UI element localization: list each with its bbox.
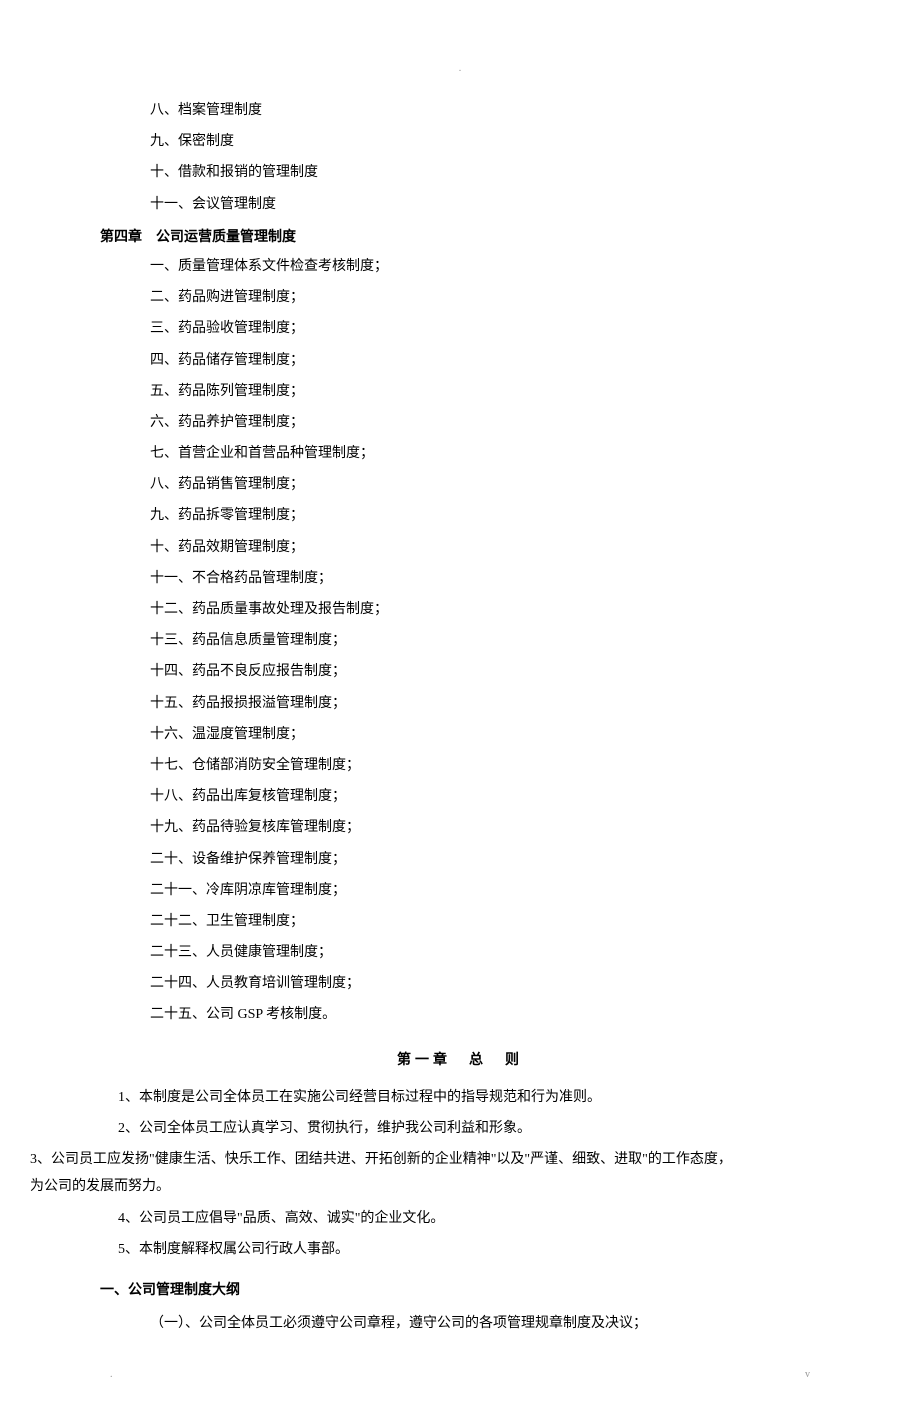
list-item: 十三、药品信息质量管理制度； (100, 628, 820, 653)
section1-list: （一）、公司全体员工必须遵守公司章程，遵守公司的各项管理规章制度及决议； (100, 1311, 820, 1336)
list-item: 七、首营企业和首营品种管理制度； (100, 441, 820, 466)
list-item: 十七、仓储部消防安全管理制度； (100, 753, 820, 778)
list-item: 二十一、冷库阴凉库管理制度； (100, 878, 820, 903)
chapter1-content: 1、本制度是公司全体员工在实施公司经营目标过程中的指导规范和行为准则。 2、公司… (100, 1085, 820, 1262)
list-item: 十一、会议管理制度 (100, 192, 820, 217)
footer-right: v (805, 1366, 810, 1384)
chapter4-list: 一、质量管理体系文件检查考核制度； 二、药品购进管理制度； 三、药品验收管理制度… (100, 254, 820, 1028)
paragraph-line: 3、公司员工应发扬"健康生活、快乐工作、团结共进、开拓创新的企业精神"以及"严谨… (30, 1147, 890, 1172)
footer-left: . (110, 1366, 113, 1384)
list-item: 二十三、人员健康管理制度； (100, 940, 820, 965)
list-item: 十四、药品不良反应报告制度； (100, 659, 820, 684)
list-item: 十六、温湿度管理制度； (100, 722, 820, 747)
list-item: 十一、不合格药品管理制度； (100, 566, 820, 591)
list-item: 十、药品效期管理制度； (100, 535, 820, 560)
paragraph: 1、本制度是公司全体员工在实施公司经营目标过程中的指导规范和行为准则。 (100, 1085, 820, 1110)
page-marker-top: . (100, 60, 820, 78)
page-footer: . v (100, 1366, 820, 1384)
paragraph: 2、公司全体员工应认真学习、贯彻执行，维护我公司利益和形象。 (100, 1116, 820, 1141)
list-item: 二十五、公司 GSP 考核制度。 (100, 1002, 820, 1027)
paragraph-line: 为公司的发展而努力。 (30, 1174, 820, 1199)
list-item: 二十、设备维护保养管理制度； (100, 847, 820, 872)
chapter4-heading: 第四章 公司运营质量管理制度 (100, 225, 820, 250)
list-item: 四、药品储存管理制度； (100, 348, 820, 373)
list-item: （一）、公司全体员工必须遵守公司章程，遵守公司的各项管理规章制度及决议； (100, 1311, 820, 1336)
pre-chapter-list: 八、档案管理制度 九、保密制度 十、借款和报销的管理制度 十一、会议管理制度 (100, 98, 820, 217)
list-item: 八、档案管理制度 (100, 98, 820, 123)
chapter1-title: 第一章 总 则 (100, 1048, 820, 1073)
section1-heading: 一、公司管理制度大纲 (100, 1278, 820, 1303)
list-item: 二十二、卫生管理制度； (100, 909, 820, 934)
paragraph: 5、本制度解释权属公司行政人事部。 (100, 1237, 820, 1262)
list-item: 八、药品销售管理制度； (100, 472, 820, 497)
list-item: 九、药品拆零管理制度； (100, 503, 820, 528)
list-item: 十二、药品质量事故处理及报告制度； (100, 597, 820, 622)
list-item: 十五、药品报损报溢管理制度； (100, 691, 820, 716)
list-item: 一、质量管理体系文件检查考核制度； (100, 254, 820, 279)
list-item: 十九、药品待验复核库管理制度； (100, 815, 820, 840)
list-item: 十八、药品出库复核管理制度； (100, 784, 820, 809)
list-item: 九、保密制度 (100, 129, 820, 154)
list-item: 六、药品养护管理制度； (100, 410, 820, 435)
list-item: 二、药品购进管理制度； (100, 285, 820, 310)
list-item: 二十四、人员教育培训管理制度； (100, 971, 820, 996)
list-item: 五、药品陈列管理制度； (100, 379, 820, 404)
paragraph: 4、公司员工应倡导"品质、高效、诚实"的企业文化。 (100, 1206, 820, 1231)
list-item: 十、借款和报销的管理制度 (100, 160, 820, 185)
list-item: 三、药品验收管理制度； (100, 316, 820, 341)
